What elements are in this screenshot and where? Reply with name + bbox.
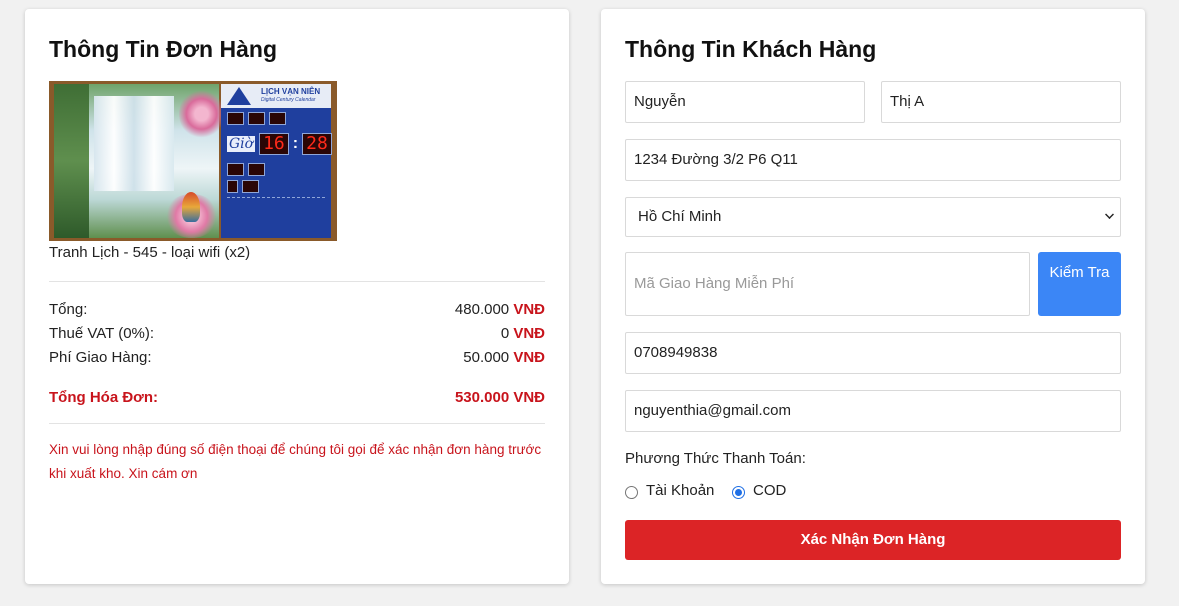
order-note: Xin vui lòng nhập đúng số điện thoại để … <box>49 442 542 481</box>
city-selected-value: Hồ Chí Minh <box>638 208 722 225</box>
calendar-minute: 28 <box>302 133 332 155</box>
confirm-order-button[interactable]: Xác Nhận Đơn Hàng <box>625 520 1121 560</box>
product-name: Tranh Lịch - 545 - loại wifi (x2) <box>49 244 251 261</box>
vat-value: 0 <box>500 325 510 342</box>
promo-code-input[interactable]: Mã Giao Hàng Miễn Phí <box>625 252 1030 316</box>
order-summary: Tổng: 480.000 VNĐ Thuế VAT (0%): 0 VNĐ P… <box>49 298 545 370</box>
payment-option-account-label[interactable]: Tài Khoản <box>646 482 714 499</box>
swans-decoration <box>227 197 325 211</box>
digital-calendar: LỊCH VẠN NIÊN Digital Century Calendar G… <box>221 84 332 238</box>
payment-method-label: Phương Thức Thanh Toán: <box>625 450 806 467</box>
currency: VNĐ <box>513 325 545 342</box>
payment-radio-cod[interactable] <box>732 486 745 499</box>
total-value: 530.000 VNĐ <box>454 389 545 406</box>
waterfall-painting <box>54 84 224 238</box>
currency: VNĐ <box>513 301 545 318</box>
city-select[interactable]: Hồ Chí Minh <box>625 197 1121 237</box>
order-title: Thông Tin Đơn Hàng <box>49 36 278 62</box>
chevron-down-icon <box>1105 210 1114 219</box>
calendar-hour: 16 <box>259 133 289 155</box>
check-promo-button[interactable]: Kiểm Tra <box>1038 252 1121 316</box>
phone-input[interactable]: 0708949838 <box>625 332 1121 374</box>
customer-info-card: Thông Tin Khách Hàng Nguyễn Thị A 1234 Đ… <box>601 9 1145 584</box>
first-name-input[interactable]: Thị A <box>881 81 1121 123</box>
calendar-time-label: Giờ <box>227 136 256 152</box>
last-name-input[interactable]: Nguyễn <box>625 81 865 123</box>
shipping-row: Phí Giao Hàng: 50.000 VNĐ <box>49 346 545 370</box>
divider <box>49 423 545 424</box>
shipping-label: Phí Giao Hàng: <box>49 349 152 366</box>
shipping-value: 50.000 <box>463 349 510 366</box>
subtotal-row: Tổng: 480.000 VNĐ <box>49 298 545 322</box>
email-input[interactable]: nguyenthia@gmail.com <box>625 390 1121 432</box>
calendar-subtitle: Digital Century Calendar <box>261 97 316 103</box>
calendar-logo-icon <box>227 87 251 105</box>
vat-row: Thuế VAT (0%): 0 VNĐ <box>49 322 545 346</box>
order-info-card: Thông Tin Đơn Hàng LỊCH VẠN NIÊN Digital… <box>25 9 569 584</box>
payment-option-cod-label[interactable]: COD <box>753 482 786 499</box>
total-row: Tổng Hóa Đơn: 530.000 VNĐ <box>49 386 545 410</box>
subtotal-label: Tổng: <box>49 301 88 318</box>
product-image: LỊCH VẠN NIÊN Digital Century Calendar G… <box>49 81 337 241</box>
divider <box>49 281 545 282</box>
payment-radio-account[interactable] <box>625 486 638 499</box>
calendar-title: LỊCH VẠN NIÊN <box>261 87 321 96</box>
vat-label: Thuế VAT (0%): <box>49 325 155 342</box>
total-label: Tổng Hóa Đơn: <box>49 389 158 406</box>
currency: VNĐ <box>513 349 545 366</box>
subtotal-value: 480.000 <box>454 301 510 318</box>
customer-title: Thông Tin Khách Hàng <box>625 36 877 62</box>
address-input[interactable]: 1234 Đường 3/2 P6 Q11 <box>625 139 1121 181</box>
